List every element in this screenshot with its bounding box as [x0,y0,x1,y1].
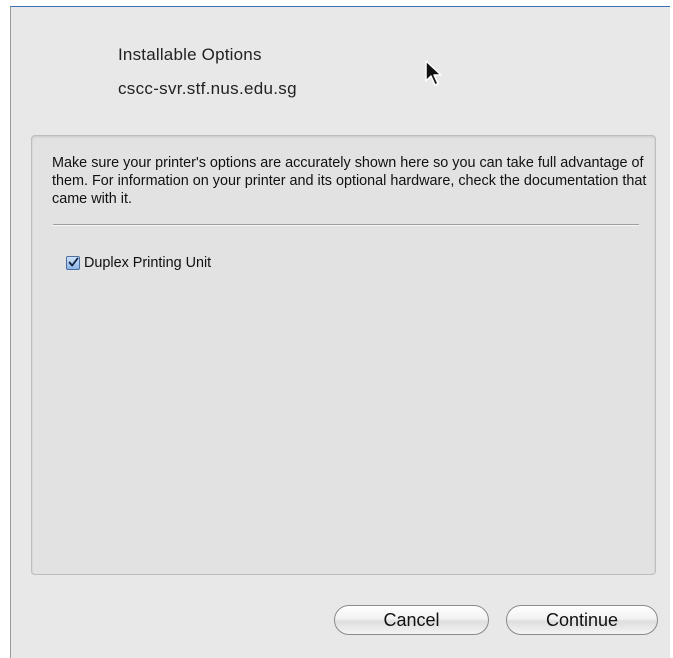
continue-button[interactable]: Continue [506,605,658,635]
cancel-button[interactable]: Cancel [334,605,489,635]
option-duplex-printing-unit[interactable]: Duplex Printing Unit [66,255,211,271]
checkmark-icon [68,257,79,267]
arrow-cursor-icon [424,59,446,89]
duplex-option-label: Duplex Printing Unit [84,255,212,271]
options-panel: Make sure your printer's options are acc… [31,135,656,575]
panel-divider [53,224,639,226]
options-description: Make sure your printer's options are acc… [52,155,647,207]
printer-host-name: cscc-svr.stf.nus.edu.sg [118,79,297,98]
installable-options-dialog: Installable Options cscc-svr.stf.nus.edu… [10,6,670,658]
duplex-checkbox[interactable] [66,256,80,270]
dialog-title: Installable Options [118,45,262,64]
